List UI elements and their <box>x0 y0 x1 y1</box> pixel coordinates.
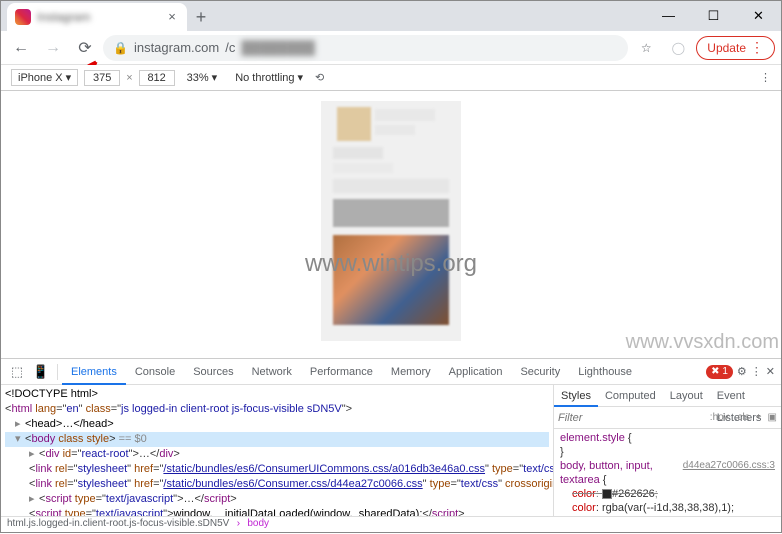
device-toolbar: iPhone X▾ 375 × 812 33%▾ No throttling▾ … <box>1 65 781 91</box>
cls-toggle[interactable]: .cls <box>735 412 750 423</box>
avatar-icon[interactable]: ◯ <box>664 34 692 62</box>
hov-toggle[interactable]: :hov <box>710 412 729 423</box>
width-input[interactable]: 375 <box>84 70 120 86</box>
kebab-icon: ⋮ <box>750 39 764 56</box>
devtools-panel: ⬚ 📱 Elements Console Sources Network Per… <box>1 358 781 534</box>
tab-console[interactable]: Console <box>126 359 184 385</box>
window-close-button[interactable]: ✕ <box>736 1 781 31</box>
rotate-icon[interactable]: ⟲ <box>315 71 324 84</box>
styles-rules[interactable]: element.style { } d44ea27c0066.css:3body… <box>554 429 781 516</box>
tab-lighthouse[interactable]: Lighthouse <box>569 359 641 385</box>
pin-icon[interactable]: ▣ <box>768 412 777 423</box>
elements-breadcrumb[interactable]: html.js.logged-in.client-root.js-focus-v… <box>1 516 781 534</box>
update-label: Update <box>707 41 746 55</box>
tab-performance[interactable]: Performance <box>301 359 382 385</box>
pixelated-text <box>375 125 415 135</box>
devbar-menu-icon[interactable]: ⋮ <box>760 71 771 84</box>
browser-tab[interactable]: Instagram × <box>7 3 187 31</box>
tab-elements[interactable]: Elements <box>62 359 126 385</box>
new-rule-icon[interactable]: + <box>756 412 762 423</box>
maximize-button[interactable]: ☐ <box>691 1 736 31</box>
styles-tab-styles[interactable]: Styles <box>554 385 598 407</box>
url-blurred: ████████ <box>241 40 315 55</box>
dim-separator: × <box>126 72 132 84</box>
lock-icon: 🔒 <box>113 41 128 55</box>
zoom-select[interactable]: 33%▾ <box>181 70 224 85</box>
titlebar: Instagram × + — ☐ ✕ <box>1 1 781 31</box>
page-preview: iPhone X▾ 375 × 812 33%▾ No throttling▾ … <box>1 65 781 358</box>
forward-button[interactable]: → <box>39 34 67 62</box>
tab-sources[interactable]: Sources <box>184 359 242 385</box>
tab-network[interactable]: Network <box>243 359 301 385</box>
tab-title: Instagram <box>37 10 159 24</box>
device-mode-icon[interactable]: 📱 <box>29 360 53 384</box>
styles-tab-listeners[interactable]: Event Listeners <box>710 385 781 407</box>
url-path: /c <box>225 40 235 55</box>
watermark: www.wintips.org <box>305 250 477 278</box>
height-input[interactable]: 812 <box>139 70 175 86</box>
address-bar: ← → ⟳ 🔒 instagram.com/c ████████ ☆ ◯ Upda… <box>1 31 781 65</box>
tab-application[interactable]: Application <box>440 359 512 385</box>
instagram-favicon <box>15 9 31 25</box>
minimize-button[interactable]: — <box>646 1 691 31</box>
pixelated-row <box>333 179 449 193</box>
url-input[interactable]: 🔒 instagram.com/c ████████ <box>103 35 628 61</box>
tab-security[interactable]: Security <box>511 359 569 385</box>
devtools-tabbar: ⬚ 📱 Elements Console Sources Network Per… <box>1 359 781 385</box>
pixelated-image <box>333 235 449 325</box>
pixelated-text <box>333 163 393 173</box>
mobile-viewport[interactable] <box>321 101 461 341</box>
new-tab-button[interactable]: + <box>187 3 215 31</box>
update-button[interactable]: Update ⋮ <box>696 36 775 60</box>
reload-button[interactable]: ⟳ <box>71 34 99 62</box>
pixelated-avatar <box>337 107 371 141</box>
error-badge[interactable]: ✖ 1 <box>706 365 733 379</box>
pixelated-button <box>333 199 449 227</box>
close-icon[interactable]: ✕ <box>766 365 775 378</box>
pixelated-text <box>375 109 435 121</box>
styles-tab-layout[interactable]: Layout <box>663 385 710 407</box>
window-controls: — ☐ ✕ <box>646 1 781 31</box>
inspect-icon[interactable]: ⬚ <box>5 360 29 384</box>
kebab-icon[interactable]: ⋮ <box>751 365 762 378</box>
tab-close-icon[interactable]: × <box>165 10 179 24</box>
watermark-secondary: www.vvsxdn.com <box>626 331 779 354</box>
back-button[interactable]: ← <box>7 34 35 62</box>
gear-icon[interactable]: ⚙ <box>737 365 747 378</box>
styles-tab-computed[interactable]: Computed <box>598 385 663 407</box>
pixelated-text <box>333 147 383 159</box>
elements-tree[interactable]: <!DOCTYPE html> <html lang="en" class="j… <box>1 385 553 516</box>
device-select[interactable]: iPhone X▾ <box>11 69 78 86</box>
tab-memory[interactable]: Memory <box>382 359 440 385</box>
bookmark-star-icon[interactable]: ☆ <box>632 34 660 62</box>
url-domain: instagram.com <box>134 40 219 55</box>
styles-filter-input[interactable] <box>558 412 704 424</box>
styles-pane: Styles Computed Layout Event Listeners :… <box>553 385 781 516</box>
throttle-select[interactable]: No throttling▾ <box>229 70 309 85</box>
